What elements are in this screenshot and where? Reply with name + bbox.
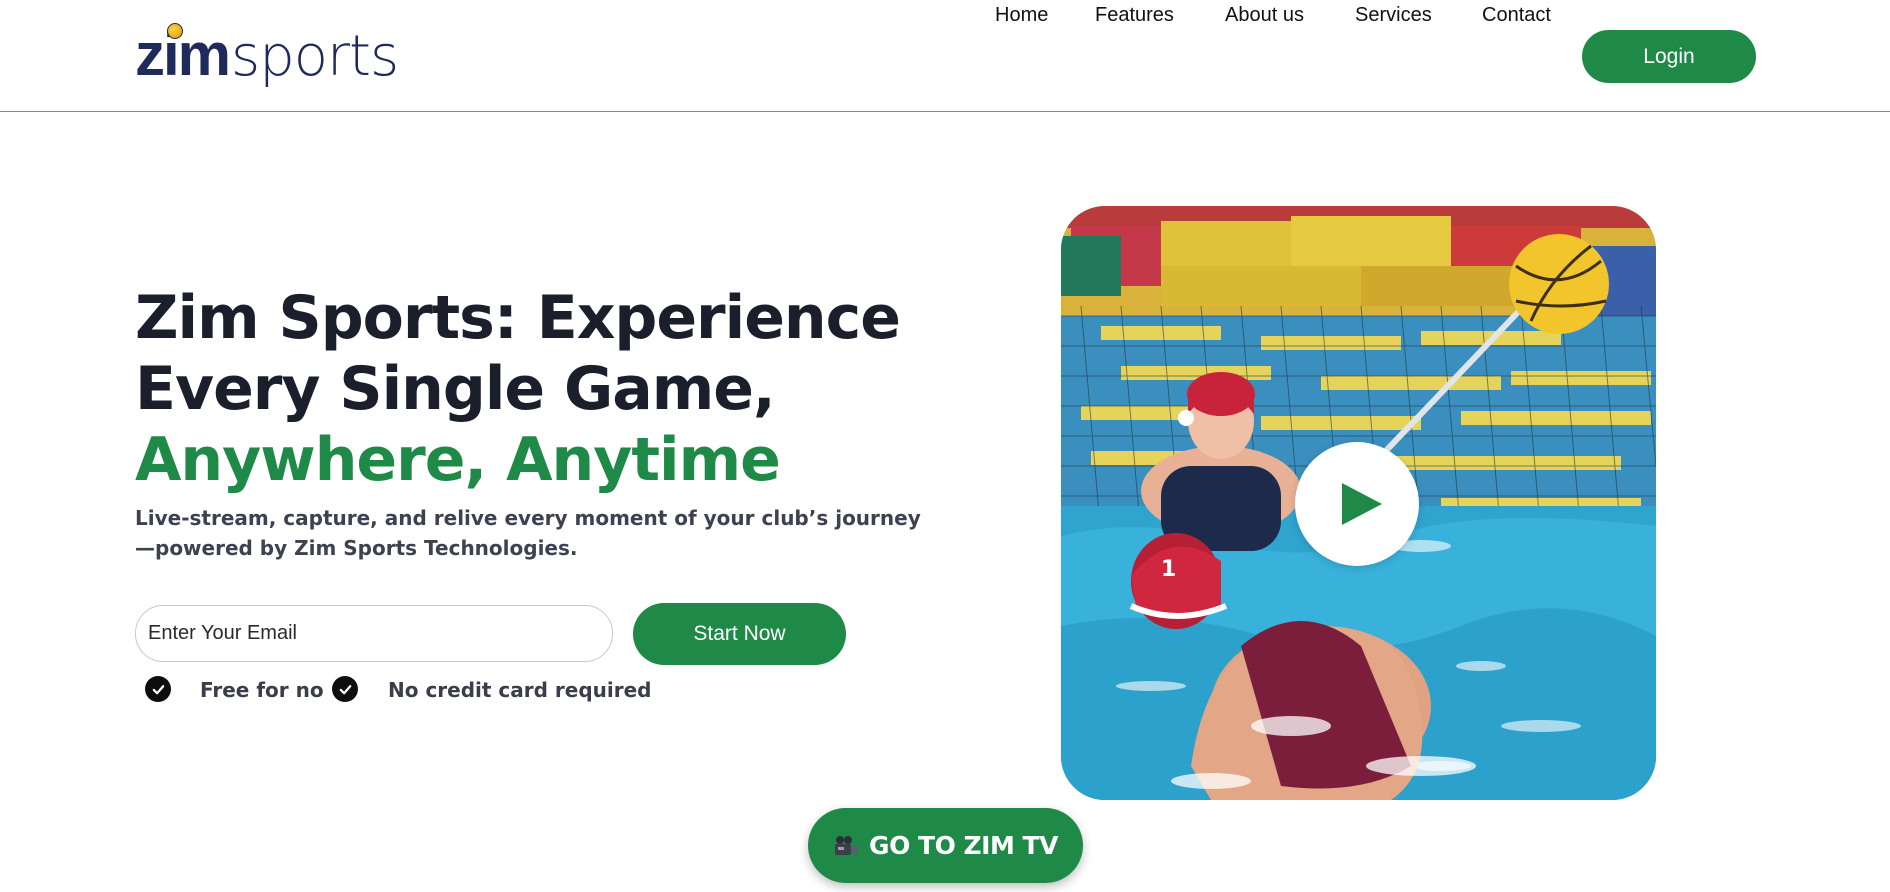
start-now-button[interactable]: Start Now	[633, 603, 846, 665]
hero-title: Zim Sports: Experience Every Single Game…	[135, 283, 935, 496]
hero-title-accent: Anywhere, Anytime	[135, 425, 781, 495]
check-label-no-card: No credit card required	[388, 678, 652, 702]
movie-camera-icon	[835, 835, 859, 855]
hero-title-line-1: Zim Sports: Experience	[135, 283, 901, 353]
play-button[interactable]	[1295, 442, 1419, 566]
email-input[interactable]	[135, 605, 613, 662]
zimsports-logo[interactable]: zim sports	[135, 22, 399, 90]
nav-home[interactable]: Home	[995, 0, 1048, 30]
site-header: zim sports Home Features About us Servic…	[0, 0, 1890, 112]
go-to-zim-tv-label: GO TO ZIM TV	[869, 831, 1058, 860]
nav-features[interactable]: Features	[1095, 0, 1174, 30]
nav-about-us[interactable]: About us	[1225, 0, 1304, 30]
login-button[interactable]: Login	[1582, 30, 1756, 83]
water-polo-ball-icon	[167, 23, 183, 39]
checkmark-icon	[145, 676, 171, 702]
hero-title-line-2: Every Single Game,	[135, 354, 776, 424]
checkmark-icon	[332, 676, 358, 702]
nav-services[interactable]: Services	[1355, 0, 1432, 30]
hero-subtitle: Live-stream, capture, and relive every m…	[135, 506, 921, 560]
check-label-free: Free for no	[200, 678, 324, 702]
svg-text:1: 1	[1161, 557, 1176, 582]
go-to-zim-tv-button[interactable]: GO TO ZIM TV	[808, 808, 1083, 883]
nav-contact[interactable]: Contact	[1482, 0, 1551, 30]
play-icon	[1342, 483, 1382, 525]
logo-wordmark-sports: sports	[231, 24, 399, 89]
